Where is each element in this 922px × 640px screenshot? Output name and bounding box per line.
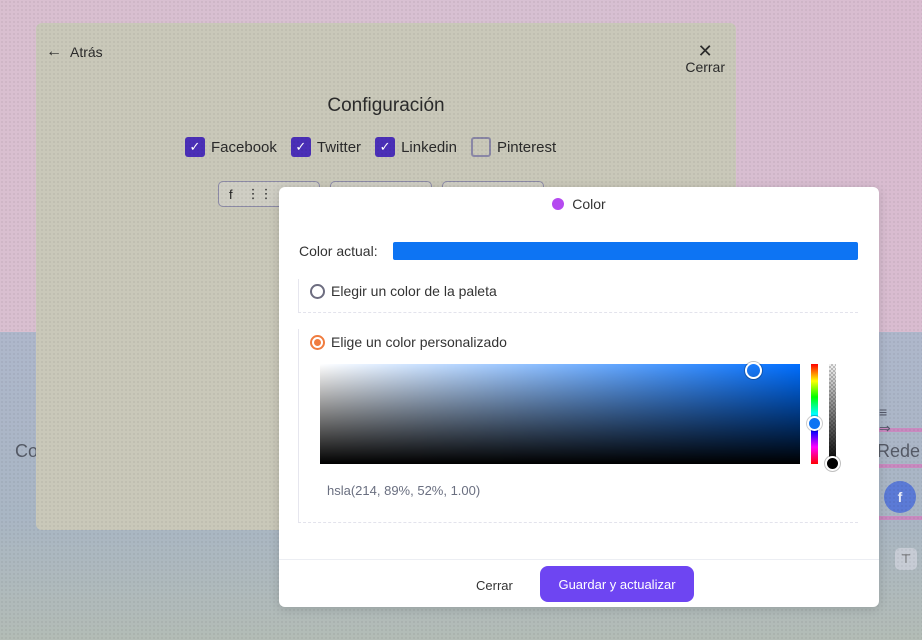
checkmark-icon: ✓: [375, 137, 396, 157]
checkbox-label: Facebook: [211, 138, 277, 156]
checkbox-label: Twitter: [316, 138, 362, 156]
checkbox-linkedin[interactable]: ✓ Linkedin: [375, 137, 457, 157]
color-dot-icon: [552, 198, 565, 210]
checkbox-facebook[interactable]: ✓ Facebook: [185, 137, 277, 157]
current-color-label: Color actual:: [299, 243, 378, 259]
filter-icon: ⊤: [895, 548, 917, 570]
checkmark-icon: ✓: [185, 137, 205, 157]
back-label: Atrás: [70, 44, 103, 60]
background-heading-right: Rede: [877, 441, 921, 461]
radio-icon: [310, 283, 325, 299]
current-color-swatch: [393, 242, 858, 260]
palette-option: Elegir un color de la paleta: [298, 279, 858, 313]
radio-label: Elige un color personalizado: [331, 334, 507, 350]
dialog-footer: Cerrar Guardar y actualizar: [279, 559, 879, 607]
saturation-handle[interactable]: [745, 362, 762, 379]
radio-label: Elegir un color de la paleta: [331, 283, 497, 299]
color-dialog: Color Color actual: Elegir un color de l…: [279, 187, 879, 607]
network-checkboxes: ✓ Facebook ✓ Twitter ✓ Linkedin Pinteres…: [185, 137, 556, 157]
alpha-handle[interactable]: [825, 456, 840, 471]
back-button[interactable]: ← Atrás: [46, 43, 103, 61]
dialog-title: Color: [572, 196, 606, 212]
checkbox-label: Pinterest: [496, 138, 557, 156]
checkmark-icon: ✓: [290, 137, 311, 157]
background-strip: [879, 464, 922, 468]
drag-handle-icon[interactable]: ⋮⋮: [247, 186, 273, 202]
facebook-icon: f: [229, 186, 233, 202]
unchecked-box-icon: [470, 137, 491, 157]
settings-title: Configuración: [327, 95, 445, 116]
hue-slider[interactable]: [811, 364, 818, 464]
hsla-readout: hsla(214, 89%, 52%, 1.00): [327, 483, 481, 498]
arrow-left-icon: ←: [46, 43, 62, 60]
close-panel-label: Cerrar: [685, 59, 725, 75]
saturation-value-picker[interactable]: [320, 364, 800, 464]
alpha-slider[interactable]: [829, 364, 836, 464]
radio-palette[interactable]: Elegir un color de la paleta: [310, 283, 497, 299]
close-panel-button[interactable]: ✕ Cerrar: [685, 41, 725, 75]
facebook-icon: f: [884, 481, 916, 513]
background-strip: [879, 516, 922, 520]
background-heading-left: Co: [15, 441, 39, 461]
dialog-header: Color: [279, 196, 879, 212]
checkbox-label: Linkedin: [401, 138, 457, 156]
background-align-icons: ≡ ⇒: [879, 404, 899, 436]
checkbox-twitter[interactable]: ✓ Twitter: [290, 137, 362, 157]
radio-custom[interactable]: Elige un color personalizado: [310, 334, 507, 350]
cancel-button[interactable]: Cerrar: [476, 578, 513, 593]
radio-selected-icon: [310, 334, 325, 350]
save-update-button[interactable]: Guardar y actualizar: [540, 566, 694, 602]
hue-handle[interactable]: [807, 416, 822, 431]
close-icon: ✕: [697, 41, 713, 61]
checkbox-pinterest[interactable]: Pinterest: [470, 137, 557, 157]
